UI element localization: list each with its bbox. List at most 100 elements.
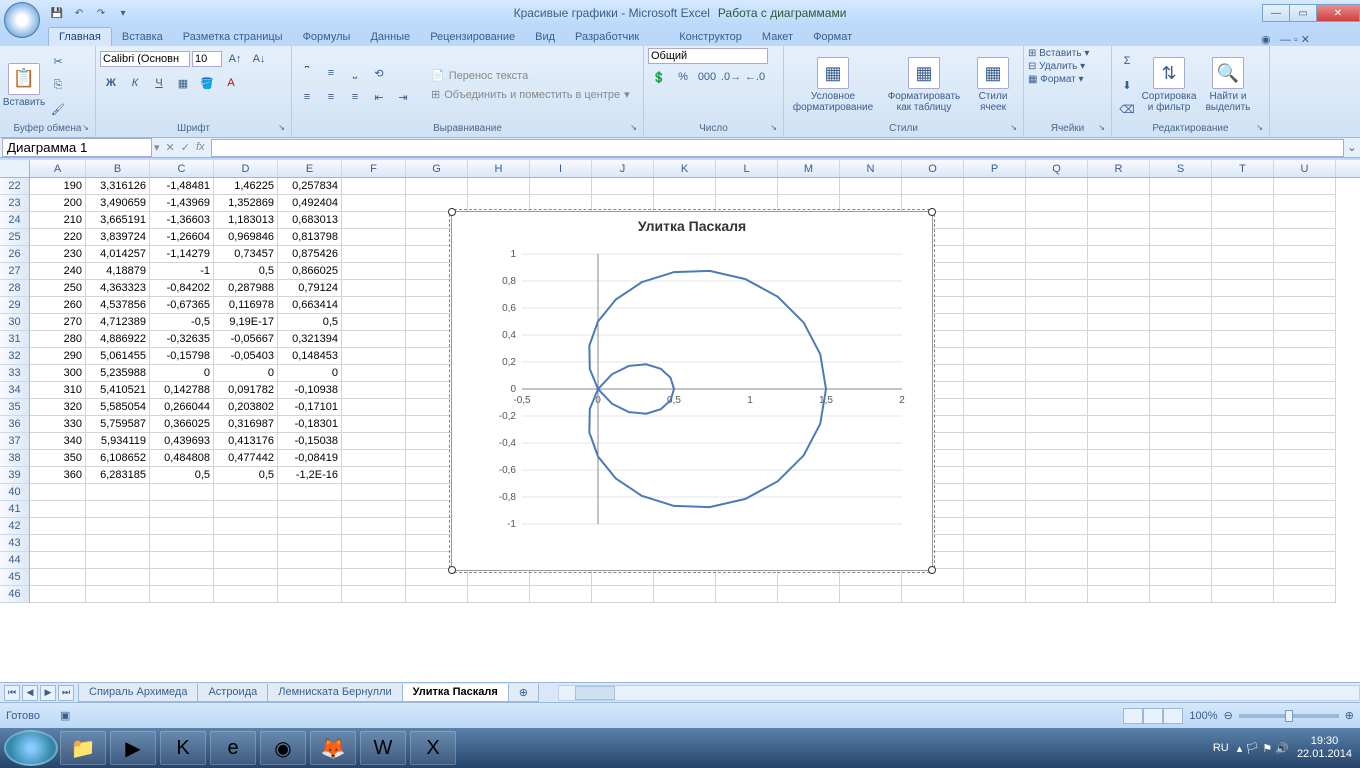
- cell-T42[interactable]: [1212, 518, 1274, 535]
- tab-home[interactable]: Главная: [48, 27, 112, 46]
- view-normal[interactable]: [1123, 708, 1143, 724]
- tray-time[interactable]: 19:30: [1297, 735, 1352, 748]
- cell-B33[interactable]: 5,235988: [86, 365, 150, 382]
- resize-handle-se[interactable]: [928, 566, 936, 574]
- cell-S27[interactable]: [1150, 263, 1212, 280]
- cell-B45[interactable]: [86, 569, 150, 586]
- cell-F45[interactable]: [342, 569, 406, 586]
- cell-K22[interactable]: [654, 178, 716, 195]
- cell-J23[interactable]: [592, 195, 654, 212]
- cell-E26[interactable]: 0,875426: [278, 246, 342, 263]
- cell-E29[interactable]: 0,663414: [278, 297, 342, 314]
- cancel-formula[interactable]: ✕: [166, 141, 175, 154]
- cell-Q39[interactable]: [1026, 467, 1088, 484]
- row-header-44[interactable]: 44: [0, 552, 29, 569]
- cell-F40[interactable]: [342, 484, 406, 501]
- cell-D32[interactable]: -0,05403: [214, 348, 278, 365]
- cell-A39[interactable]: 360: [30, 467, 86, 484]
- row-header-38[interactable]: 38: [0, 450, 29, 467]
- zoom-thumb[interactable]: [1285, 710, 1293, 722]
- cell-Q27[interactable]: [1026, 263, 1088, 280]
- cell-F22[interactable]: [342, 178, 406, 195]
- cell-F28[interactable]: [342, 280, 406, 297]
- cell-P37[interactable]: [964, 433, 1026, 450]
- cell-D28[interactable]: 0,287988: [214, 280, 278, 297]
- cell-A40[interactable]: [30, 484, 86, 501]
- column-header-C[interactable]: C: [150, 160, 214, 177]
- format-as-table-button[interactable]: ▦Форматировать как таблицу: [881, 55, 967, 115]
- conditional-formatting-button[interactable]: ▦Условное форматирование: [788, 55, 878, 115]
- cell-Q32[interactable]: [1026, 348, 1088, 365]
- sheet-tab-Астроида[interactable]: Астроида: [197, 684, 268, 702]
- underline-button[interactable]: Ч: [148, 72, 170, 94]
- cell-E33[interactable]: 0: [278, 365, 342, 382]
- cell-F30[interactable]: [342, 314, 406, 331]
- cell-P39[interactable]: [964, 467, 1026, 484]
- cell-P40[interactable]: [964, 484, 1026, 501]
- cell-D25[interactable]: 0,969846: [214, 229, 278, 246]
- cell-R34[interactable]: [1088, 382, 1150, 399]
- cell-S24[interactable]: [1150, 212, 1212, 229]
- cell-P22[interactable]: [964, 178, 1026, 195]
- cell-C24[interactable]: -1,36603: [150, 212, 214, 229]
- tray-flag-icon[interactable]: ▴ 🏳 ⚑ 🔊: [1237, 742, 1289, 755]
- cell-D41[interactable]: [214, 501, 278, 518]
- cell-E24[interactable]: 0,683013: [278, 212, 342, 229]
- cell-R38[interactable]: [1088, 450, 1150, 467]
- cell-E23[interactable]: 0,492404: [278, 195, 342, 212]
- system-tray[interactable]: RU ▴ 🏳 ⚑ 🔊 19:30 22.01.2014: [1213, 735, 1356, 761]
- cell-P27[interactable]: [964, 263, 1026, 280]
- align-left[interactable]: ≡: [296, 86, 318, 108]
- align-right[interactable]: ≡: [344, 86, 366, 108]
- cell-A29[interactable]: 260: [30, 297, 86, 314]
- fill-color-button[interactable]: 🪣: [196, 72, 218, 94]
- cell-C39[interactable]: 0,5: [150, 467, 214, 484]
- cell-J22[interactable]: [592, 178, 654, 195]
- cell-S46[interactable]: [1150, 586, 1212, 603]
- cell-D23[interactable]: 1,352869: [214, 195, 278, 212]
- minimize-button[interactable]: —: [1262, 4, 1290, 22]
- task-media[interactable]: ▶: [110, 731, 156, 765]
- inc-decimal[interactable]: .0→: [720, 66, 742, 88]
- cell-S39[interactable]: [1150, 467, 1212, 484]
- cell-Q30[interactable]: [1026, 314, 1088, 331]
- dec-decimal[interactable]: ←.0: [744, 66, 766, 88]
- cell-T41[interactable]: [1212, 501, 1274, 518]
- grow-font-button[interactable]: A↑: [224, 48, 246, 70]
- cell-D29[interactable]: 0,116978: [214, 297, 278, 314]
- cell-C26[interactable]: -1,14279: [150, 246, 214, 263]
- qat-undo[interactable]: ↶: [70, 4, 88, 22]
- cell-B38[interactable]: 6,108652: [86, 450, 150, 467]
- cell-S36[interactable]: [1150, 416, 1212, 433]
- cell-P38[interactable]: [964, 450, 1026, 467]
- cell-F44[interactable]: [342, 552, 406, 569]
- cell-S22[interactable]: [1150, 178, 1212, 195]
- cell-T32[interactable]: [1212, 348, 1274, 365]
- cell-N22[interactable]: [840, 178, 902, 195]
- cell-U28[interactable]: [1274, 280, 1336, 297]
- cell-R43[interactable]: [1088, 535, 1150, 552]
- cell-P23[interactable]: [964, 195, 1026, 212]
- name-box[interactable]: [2, 138, 152, 157]
- number-format-select[interactable]: [648, 48, 768, 64]
- column-header-P[interactable]: P: [964, 160, 1026, 177]
- task-explorer[interactable]: 📁: [60, 731, 106, 765]
- zoom-level[interactable]: 100%: [1189, 710, 1217, 722]
- comma-button[interactable]: 000: [696, 66, 718, 88]
- column-header-E[interactable]: E: [278, 160, 342, 177]
- cell-F23[interactable]: [342, 195, 406, 212]
- cell-T40[interactable]: [1212, 484, 1274, 501]
- cell-U32[interactable]: [1274, 348, 1336, 365]
- row-header-33[interactable]: 33: [0, 365, 29, 382]
- fx-button[interactable]: fx: [196, 141, 205, 154]
- cell-Q23[interactable]: [1026, 195, 1088, 212]
- sheet-nav-first[interactable]: ⏮: [4, 685, 20, 701]
- cell-F24[interactable]: [342, 212, 406, 229]
- resize-handle-sw[interactable]: [448, 566, 456, 574]
- cell-U40[interactable]: [1274, 484, 1336, 501]
- task-ie[interactable]: e: [210, 731, 256, 765]
- column-header-T[interactable]: T: [1212, 160, 1274, 177]
- cell-O46[interactable]: [902, 586, 964, 603]
- cell-D42[interactable]: [214, 518, 278, 535]
- cell-S34[interactable]: [1150, 382, 1212, 399]
